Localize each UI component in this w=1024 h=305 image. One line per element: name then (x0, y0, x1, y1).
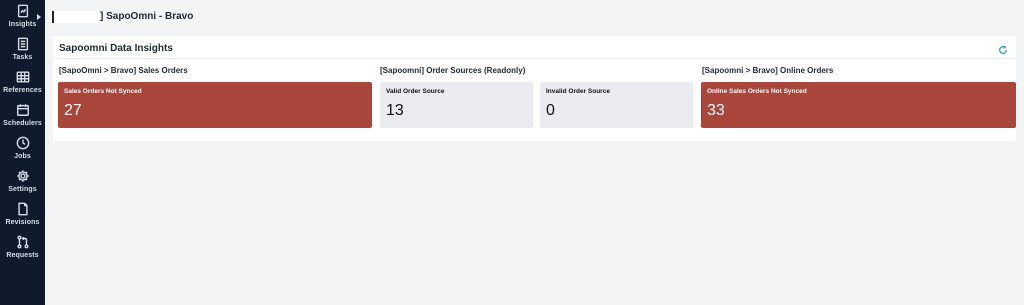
sidebar-item-revisions[interactable]: Revisions (0, 201, 45, 234)
insights-panel: Sapoomni Data Insights [SapoOmni > Bravo… (53, 36, 1016, 141)
card-value: 27 (64, 102, 82, 119)
group-title-online-orders: [Sapoomni > Bravo] Online Orders (702, 66, 834, 75)
page-title: ] SapoOmni - Bravo (100, 11, 194, 22)
card-online-sales-orders-not-synced[interactable]: Online Sales Orders Not Synced 33 (701, 82, 1016, 128)
sidebar-item-label: References (3, 87, 42, 94)
insights-icon (17, 4, 28, 18)
sidebar-item-settings[interactable]: Settings (0, 168, 45, 201)
redacted-box (52, 10, 100, 23)
pull-request-icon (16, 235, 29, 249)
sidebar-item-jobs[interactable]: Jobs (0, 135, 45, 168)
sidebar-item-requests[interactable]: Requests (0, 234, 45, 267)
group-title-sales-orders: [SapoOmni > Bravo] Sales Orders (59, 66, 188, 75)
sidebar-item-schedulers[interactable]: Schedulers (0, 102, 45, 135)
sidebar-item-label: Tasks (12, 54, 33, 61)
sidebar-item-label: Schedulers (3, 120, 42, 127)
card-value: 13 (386, 102, 404, 119)
sidebar-item-insights[interactable]: Insights (0, 3, 45, 36)
refresh-icon[interactable] (998, 42, 1008, 54)
sidebar-item-label: Revisions (5, 219, 40, 226)
card-invalid-order-source[interactable]: Invalid Order Source 0 (540, 82, 693, 128)
sidebar-item-label: Requests (6, 252, 39, 259)
sidebar-item-label: Insights (8, 21, 37, 28)
card-label: Sales Orders Not Synced (64, 88, 142, 95)
page-header: ] SapoOmni - Bravo (45, 0, 1024, 33)
main-content: ] SapoOmni - Bravo Sapoomni Data Insight… (45, 0, 1024, 305)
card-value: 0 (546, 102, 555, 119)
sidebar-item-label: Settings (8, 186, 37, 193)
card-label: Invalid Order Source (546, 88, 610, 95)
gear-icon (16, 170, 29, 182)
panel-title: Sapoomni Data Insights (59, 43, 173, 54)
clock-icon (16, 136, 29, 150)
calendar-icon (16, 104, 29, 116)
document-icon (17, 202, 28, 216)
card-label: Valid Order Source (386, 88, 445, 95)
tasks-icon (17, 37, 28, 51)
expand-caret-icon[interactable] (37, 14, 41, 20)
panel-divider (53, 58, 1016, 59)
card-sales-orders-not-synced[interactable]: Sales Orders Not Synced 27 (58, 82, 372, 128)
card-value: 33 (707, 102, 725, 119)
card-valid-order-source[interactable]: Valid Order Source 13 (380, 82, 533, 128)
sidebar-item-label: Jobs (14, 153, 31, 160)
sidebar-item-tasks[interactable]: Tasks (0, 36, 45, 69)
sidebar: Insights Tasks References Schedulers Job… (0, 0, 45, 305)
table-icon (16, 71, 29, 83)
card-label: Online Sales Orders Not Synced (707, 88, 807, 95)
sidebar-item-references[interactable]: References (0, 69, 45, 102)
group-title-order-sources: [Sapoomni] Order Sources (Readonly) (380, 66, 526, 75)
